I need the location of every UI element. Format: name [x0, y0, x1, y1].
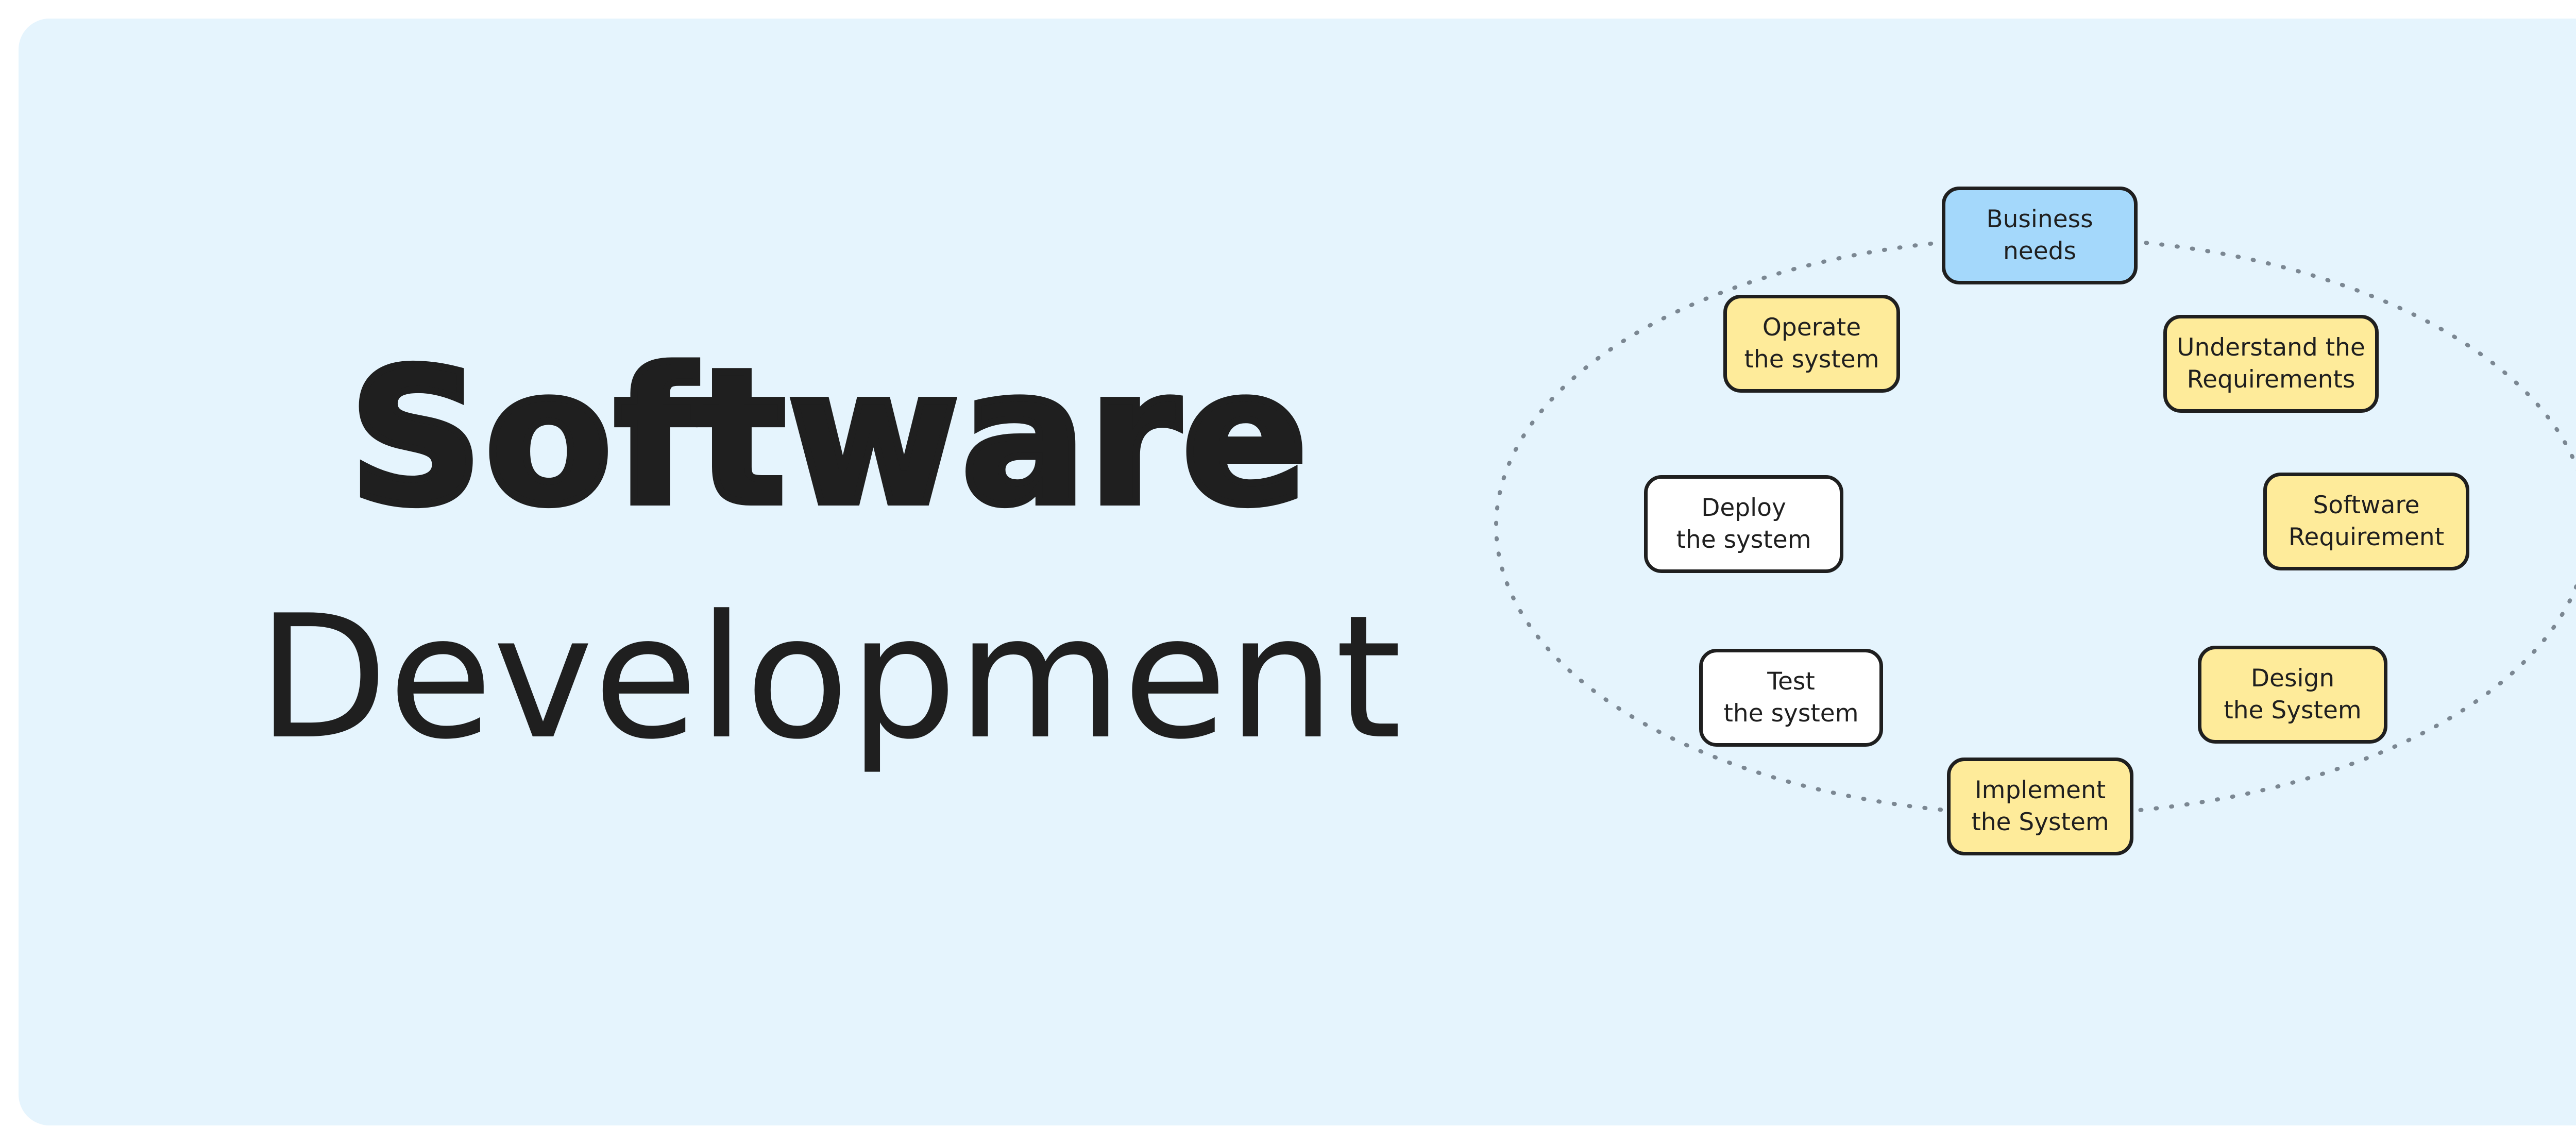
- node-operate-system-label: Operate the system: [1744, 313, 1879, 374]
- node-deploy-system: Deploy the system: [1644, 475, 1843, 573]
- node-software-requirement-label: Software Requirement: [2288, 491, 2445, 551]
- node-software-requirement: Software Requirement: [2263, 473, 2469, 570]
- node-implement-system-label: Implement the System: [1971, 776, 2109, 836]
- node-deploy-system-label: Deploy the system: [1676, 493, 1811, 554]
- node-implement-system: Implement the System: [1947, 758, 2133, 855]
- node-understand-requirements-label: Understand the Requirements: [2177, 333, 2365, 394]
- node-operate-system: Operate the system: [1723, 295, 1900, 393]
- node-test-system: Test the system: [1699, 649, 1883, 747]
- node-test-system-label: Test the system: [1723, 667, 1859, 728]
- node-design-system: Design the System: [2198, 646, 2387, 744]
- node-business-needs: Business needs: [1942, 187, 2138, 284]
- node-understand-requirements: Understand the Requirements: [2163, 315, 2379, 413]
- node-business-needs-label: Business needs: [1986, 205, 2093, 265]
- node-design-system-label: Design the System: [2224, 664, 2362, 725]
- cycle-connector: [1494, 235, 2576, 817]
